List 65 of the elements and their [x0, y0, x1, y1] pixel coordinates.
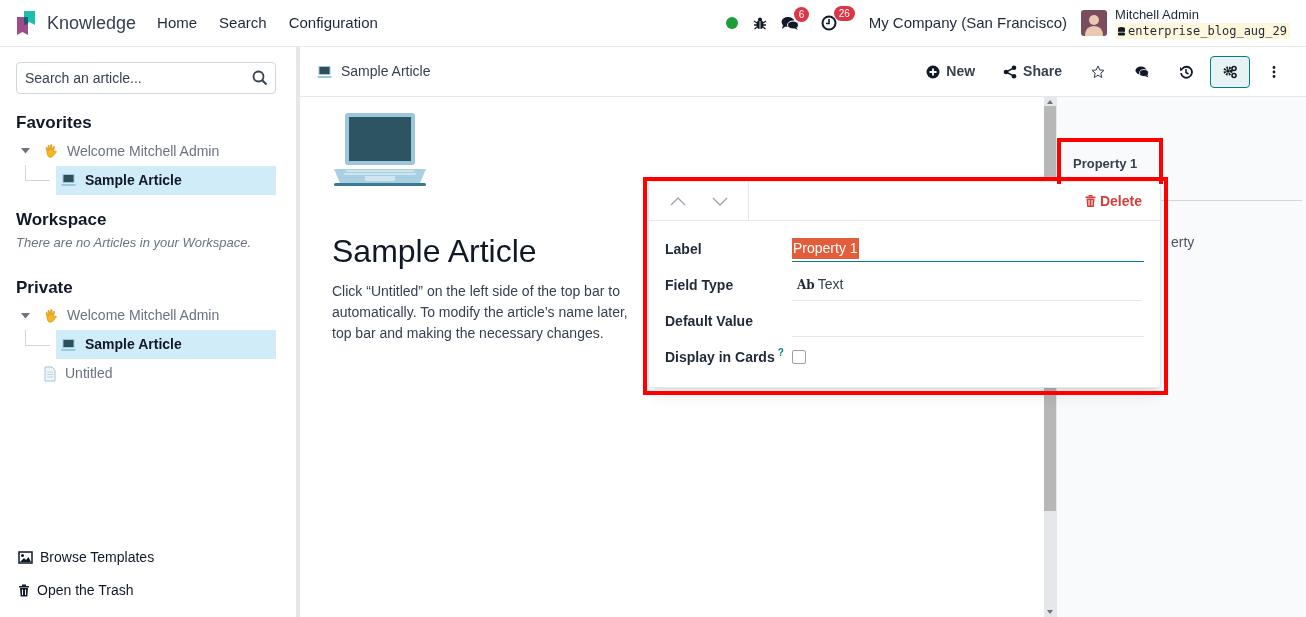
bug-icon [752, 16, 767, 30]
panel-text: erty [1171, 232, 1195, 252]
label-field[interactable]: Property 1 [792, 236, 1144, 262]
help-icon[interactable]: ? [777, 346, 784, 359]
laptop-icon [60, 337, 77, 352]
database-icon [1118, 26, 1126, 36]
plus-circle-icon [926, 64, 941, 79]
checkbox[interactable] [792, 350, 806, 364]
field-label: Field Type [665, 275, 734, 295]
field-label: Display in Cards [665, 347, 775, 367]
notification-badge: 6 [793, 6, 810, 22]
article-text: automatically. To modify the article’s name later, [332, 303, 628, 322]
tree-line [25, 165, 50, 181]
toolbar-icon-button[interactable] [1210, 55, 1250, 88]
database-badge: enterprise_blog_aug_29 [1115, 23, 1290, 39]
sidebar-link[interactable]: Browse Templates [16, 541, 276, 574]
article-item[interactable]: Welcome Mitchell Admin [39, 136, 276, 166]
app-logo [17, 11, 36, 35]
waving-hand-icon [43, 143, 59, 159]
notification-badge: 26 [833, 6, 855, 21]
menu-item[interactable]: Configuration [288, 11, 378, 35]
laptop-icon [316, 64, 333, 79]
chevron-up-icon [669, 196, 686, 206]
article-text: Click “Untitled” on the left side of the top bar to [332, 282, 620, 301]
clock-icon [820, 15, 837, 31]
field-label: Label [665, 239, 702, 259]
field-type-select[interactable]: Ab Text [792, 269, 1142, 301]
app-name: Knowledge [47, 11, 137, 35]
caret-icon[interactable] [21, 148, 30, 154]
article-item[interactable]: Sample Article [56, 330, 276, 359]
settings-icon [1223, 64, 1237, 79]
chevron-down-icon [711, 196, 728, 206]
section-heading: Favorites [16, 112, 93, 134]
toolbar-button[interactable]: Share [991, 55, 1074, 88]
company-name[interactable]: My Company (San Francisco) [868, 11, 1068, 35]
caret-icon[interactable] [21, 312, 30, 319]
waving-hand-icon [43, 307, 59, 324]
history-icon [1179, 64, 1193, 79]
breadcrumb[interactable]: Sample Article [341, 61, 431, 82]
search-icon [252, 70, 268, 86]
user-name[interactable]: Mitchell Admin [1115, 7, 1290, 23]
trash-icon [1084, 195, 1096, 207]
article-item[interactable]: Welcome Mitchell Admin [39, 301, 276, 330]
field-label: Default Value [665, 311, 753, 331]
menu-item[interactable]: Home [157, 11, 198, 35]
article-item[interactable]: Sample Article [56, 165, 276, 195]
section-heading: Private [16, 276, 74, 299]
article-text: top bar and making the necessary changes. [332, 324, 604, 343]
share-icon [1003, 64, 1018, 79]
empty-message: There are no Articles in your Workspace. [16, 234, 253, 252]
user-avatar [1081, 10, 1108, 36]
tree-line [25, 329, 50, 346]
chat-icon [1135, 64, 1149, 79]
trash-icon [18, 584, 30, 597]
toolbar-button[interactable]: New [914, 55, 988, 88]
image-icon [18, 551, 33, 564]
laptop-icon [60, 173, 77, 187]
document-icon [43, 365, 57, 382]
section-heading: Workspace [16, 208, 108, 231]
star-icon [1091, 64, 1105, 79]
menu-item[interactable]: Search [219, 11, 267, 35]
search-field[interactable]: Search an article... [16, 62, 276, 94]
article-item[interactable]: Untitled [39, 359, 276, 388]
sidebar-link[interactable]: Open the Trash [16, 574, 276, 607]
chat-icon [780, 15, 799, 31]
